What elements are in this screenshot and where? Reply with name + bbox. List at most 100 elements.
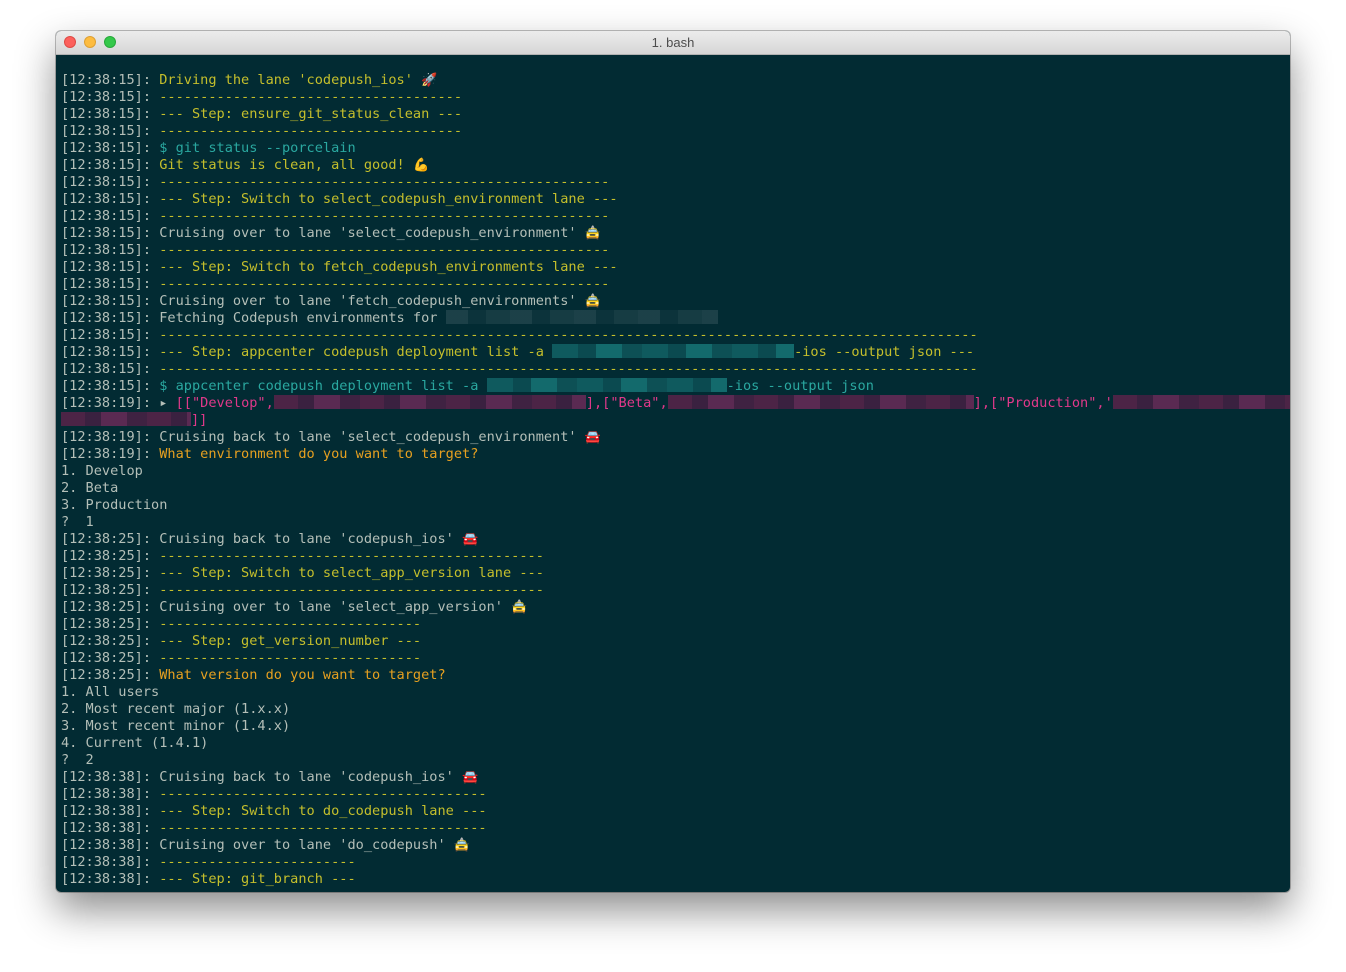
terminal-output[interactable]: [12:38:15]: Driving the lane 'codepush_i… [61,72,1290,892]
terminal-line: [12:38:25]: Cruising back to lane 'codep… [61,531,1290,548]
output-text: -------------------------------- [159,650,422,666]
redacted-text [273,395,586,409]
emoji-icon: 🚘 [462,770,479,785]
terminal-line: [12:38:38]: --- Step: Switch to do_codep… [61,803,1290,820]
terminal-line: [12:38:15]: Driving the lane 'codepush_i… [61,72,1290,89]
output-text: Driving the lane 'codepush_ios' [159,72,422,88]
terminal-line: ? 1 [61,514,1290,531]
terminal-line: [12:38:25]: ----------------------------… [61,548,1290,565]
output-text: ------------------------------------- [159,89,463,105]
terminal-line: [12:38:25]: ----------------------------… [61,582,1290,599]
timestamp: [12:38:15]: [61,344,160,360]
terminal-line: [12:38:25]: --- Step: Switch to select_a… [61,565,1290,582]
timestamp: [12:38:15]: [61,157,160,173]
terminal-line: [12:38:25]: Cruising over to lane 'selec… [61,599,1290,616]
terminal-line: 2. Beta [61,480,1290,497]
timestamp: [12:38:25]: [61,650,160,666]
redacted-text [1112,395,1290,409]
output-text: --- Step: get_version_number --- [159,633,422,649]
timestamp: [12:38:19]: [61,429,160,445]
emoji-icon: 🚖 [453,838,471,853]
output-text: ----------------------------------------… [159,174,610,190]
output-text: ------------------------------------- [159,123,463,139]
redacted-text [552,344,795,358]
terminal-line: [12:38:15]: --- Step: Switch to select_c… [61,191,1290,208]
output-text: Cruising back to lane 'codepush_ios' [159,531,463,547]
timestamp: [12:38:38]: [61,871,160,887]
output-text: ]] [191,412,208,428]
terminal-line: [12:38:38]: Cruising back to lane 'codep… [61,769,1290,786]
output-text: $ git status --porcelain [159,140,356,156]
terminal-line: [12:38:19]: What environment do you want… [61,446,1290,463]
terminal-line: 3. Most recent minor (1.4.x) [61,718,1290,735]
output-text: ----------------------------------------… [159,361,978,377]
timestamp: [12:38:15]: [61,378,160,394]
terminal-line: ]] [61,412,1290,429]
timestamp: [12:38:15]: [61,276,160,292]
terminal-line: [12:38:38]: Cruising over to lane 'do_co… [61,837,1290,854]
terminal-line: 1. Develop [61,463,1290,480]
timestamp: [12:38:25]: [61,633,160,649]
output-text: [["Develop", [175,395,274,411]
emoji-icon: 🚖 [511,600,528,615]
emoji-icon: 💪 [412,158,430,173]
terminal-line: [12:38:38]: ------------------------ [61,854,1290,871]
timestamp: [12:38:15]: [61,361,160,377]
output-text: -ios --output json [726,378,874,394]
output-text: Cruising over to lane 'fetch_codepush_en… [159,293,585,309]
timestamp: [12:38:15]: [61,174,160,190]
timestamp: [12:38:25]: [61,565,160,581]
timestamp: [12:38:15]: [61,140,160,156]
output-text: -------------------------------- [159,616,422,632]
output-text: ----------------------------------------… [159,548,544,564]
output-text: 3. Most recent minor (1.4.x) [61,718,291,734]
terminal-line: [12:38:15]: Fetching Codepush environmen… [61,310,1290,327]
output-text: ----------------------------------------… [159,327,978,343]
timestamp: [12:38:38]: [61,837,160,853]
terminal-line: 1. All users [61,684,1290,701]
output-text: Fetching Codepush environments for [159,310,446,326]
output-text: Cruising back to lane 'codepush_ios' [159,769,463,785]
terminal-line: [12:38:25]: What version do you want to … [61,667,1290,684]
redacted-text [667,395,974,409]
timestamp: [12:38:15]: [61,89,160,105]
output-text: 2. Most recent major (1.x.x) [61,701,291,717]
output-text: ----------------------------------------… [159,276,610,292]
terminal-line: ? 2 [61,752,1290,769]
timestamp: [12:38:15]: [61,191,160,207]
output-text: Cruising over to lane 'select_app_versio… [159,599,512,615]
output-text: What version do you want to target? [159,667,446,683]
terminal-line: [12:38:15]: $ appcenter codepush deploym… [61,378,1290,395]
terminal-line: [12:38:15]: --- Step: appcenter codepush… [61,344,1290,361]
terminal-line: [12:38:15]: ----------------------------… [61,327,1290,344]
output-text: -ios --output json --- [794,344,975,360]
timestamp: [12:38:15]: [61,327,160,343]
emoji-icon: 🚖 [584,294,601,309]
terminal-line: [12:38:38]: ----------------------------… [61,786,1290,803]
terminal-line: [12:38:15]: Git status is clean, all goo… [61,157,1290,174]
output-text: 2. Beta [61,480,119,496]
output-text: ----------------------------------------… [159,242,610,258]
terminal-line: [12:38:15]: ----------------------------… [61,89,1290,106]
timestamp: [12:38:15]: [61,259,160,275]
terminal-line: [12:38:15]: Cruising over to lane 'fetch… [61,293,1290,310]
terminal-line: [12:38:19]: ▸ [["Develop",],["Beta",],["… [61,395,1290,412]
redacted-text [61,412,191,426]
output-text: $ appcenter codepush deployment list -a [159,378,487,394]
timestamp: [12:38:25]: [61,616,160,632]
output-text: --- Step: appcenter codepush deployment … [159,344,553,360]
emoji-icon: 🚘 [584,430,601,445]
title-bar: 1. bash [56,31,1290,55]
terminal-line: [12:38:15]: ----------------------------… [61,276,1290,293]
terminal-line: [12:38:25]: ----------------------------… [61,650,1290,667]
timestamp: [12:38:38]: [61,820,160,836]
terminal-line: [12:38:15]: ----------------------------… [61,242,1290,259]
output-text: ----------------------------------------… [159,582,544,598]
terminal-line: [12:38:15]: ----------------------------… [61,123,1290,140]
terminal-line: [12:38:15]: $ git status --porcelain [61,140,1290,157]
output-text: 4. Current (1.4.1) [61,735,209,751]
terminal-line: [12:38:15]: ----------------------------… [61,361,1290,378]
terminal-line: [12:38:19]: Cruising back to lane 'selec… [61,429,1290,446]
terminal-line: 4. Current (1.4.1) [61,735,1290,752]
timestamp: [12:38:15]: [61,225,160,241]
